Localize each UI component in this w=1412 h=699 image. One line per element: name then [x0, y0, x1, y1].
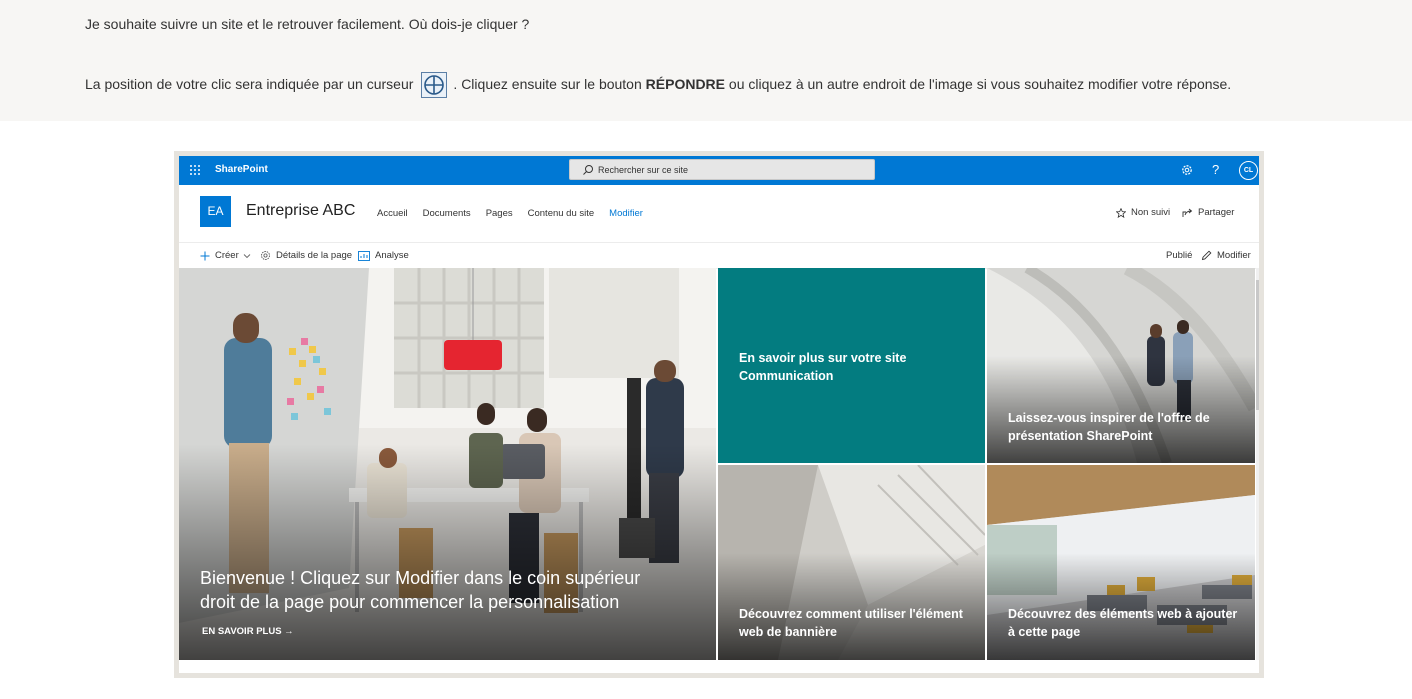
avatar[interactable]: CL: [1239, 161, 1258, 180]
app-name[interactable]: SharePoint: [215, 164, 268, 175]
search-placeholder: Rechercher sur ce site: [598, 165, 689, 175]
gear-icon[interactable]: [1180, 163, 1194, 177]
hero-tile-communication[interactable]: En savoir plus sur votre site Communicat…: [718, 268, 985, 463]
analytics-icon: [358, 250, 370, 261]
scrollbar-thumb[interactable]: [1256, 280, 1259, 410]
hero-tile-inspiration[interactable]: Laissez-vous inspirer de l'offre de prés…: [987, 268, 1255, 463]
question-panel: Je souhaite suivre un site et le retrouv…: [0, 0, 1412, 121]
site-title[interactable]: Entreprise ABC: [246, 202, 355, 220]
page-bottom: [179, 660, 1259, 673]
share-button[interactable]: Partager: [1182, 207, 1234, 218]
create-label: Créer: [215, 250, 239, 261]
hero-webpart: Bienvenue ! Cliquez sur Modifier dans le…: [179, 268, 1259, 660]
analytics-label: Analyse: [375, 250, 409, 261]
hero-tile-webparts[interactable]: Découvrez des éléments web à ajouter à c…: [987, 465, 1255, 660]
pencil-icon: [1201, 250, 1212, 261]
publish-status-label: Publié: [1166, 250, 1193, 261]
follow-button[interactable]: Non suivi: [1116, 207, 1170, 218]
tile-banner-title[interactable]: Découvrez comment utiliser l'élément web…: [739, 605, 969, 641]
hero-tile-main[interactable]: Bienvenue ! Cliquez sur Modifier dans le…: [179, 268, 716, 660]
waffle-icon[interactable]: [189, 164, 201, 176]
share-icon: [1182, 208, 1193, 217]
tile-webparts-title[interactable]: Découvrez des éléments web à ajouter à c…: [1008, 605, 1238, 641]
tile-inspiration-title[interactable]: Laissez-vous inspirer de l'offre de prés…: [1008, 409, 1238, 445]
follow-label: Non suivi: [1131, 207, 1171, 218]
share-label: Partager: [1198, 207, 1235, 218]
create-button[interactable]: Créer: [200, 250, 256, 261]
nav-item-modifier[interactable]: Modifier: [609, 208, 643, 219]
answer-keyword: RÉPONDRE: [645, 76, 726, 92]
instruction-part-2: . Cliquez ensuite sur le bouton: [453, 76, 642, 92]
suite-bar: SharePoint Rechercher sur ce site ? CL: [179, 156, 1259, 185]
plus-icon: [200, 251, 210, 260]
edit-button[interactable]: Modifier: [1201, 250, 1251, 261]
publish-status: Publié: [1166, 250, 1192, 261]
search-icon: [583, 165, 593, 175]
page-details-label: Détails de la page: [276, 250, 353, 261]
nav-item-contenu[interactable]: Contenu du site: [528, 208, 595, 219]
page-details-button[interactable]: Détails de la page: [260, 250, 352, 261]
hero-main-title[interactable]: Bienvenue ! Cliquez sur Modifier dans le…: [200, 566, 680, 614]
hero-tile-banner[interactable]: Découvrez comment utiliser l'élément web…: [718, 465, 985, 660]
edit-label: Modifier: [1217, 250, 1251, 261]
site-header: EA Entreprise ABC Accueil Documents Page…: [179, 185, 1259, 243]
site-logo[interactable]: EA: [200, 196, 231, 227]
learn-more-link[interactable]: EN SAVOIR PLUS →: [202, 626, 294, 637]
instruction-part-3: ou cliquez à un autre endroit de l'image…: [728, 76, 1232, 92]
help-button[interactable]: ?: [1212, 162, 1219, 177]
instruction-text: La position de votre clic sera indiquée …: [85, 71, 1232, 98]
site-nav: Accueil Documents Pages Contenu du site …: [377, 208, 658, 219]
nav-item-accueil[interactable]: Accueil: [377, 208, 408, 219]
chevron-down-icon: [243, 253, 251, 258]
page-details-icon: [261, 251, 270, 260]
nav-item-documents[interactable]: Documents: [423, 208, 471, 219]
nav-item-pages[interactable]: Pages: [486, 208, 513, 219]
command-bar: Créer Détails de la page Analyse Publié …: [179, 243, 1259, 269]
star-icon: [1116, 207, 1126, 218]
cursor-icon: [421, 72, 448, 98]
search-input[interactable]: Rechercher sur ce site: [569, 159, 875, 180]
screenshot-frame: SharePoint Rechercher sur ce site ? CL E…: [174, 151, 1264, 678]
instruction-part-1: La position de votre clic sera indiquée …: [85, 76, 414, 92]
tile-communication-title[interactable]: En savoir plus sur votre site Communicat…: [739, 349, 959, 385]
question-text: Je souhaite suivre un site et le retrouv…: [85, 16, 530, 32]
sharepoint-page[interactable]: SharePoint Rechercher sur ce site ? CL E…: [179, 156, 1259, 673]
analytics-button[interactable]: Analyse: [358, 250, 409, 261]
